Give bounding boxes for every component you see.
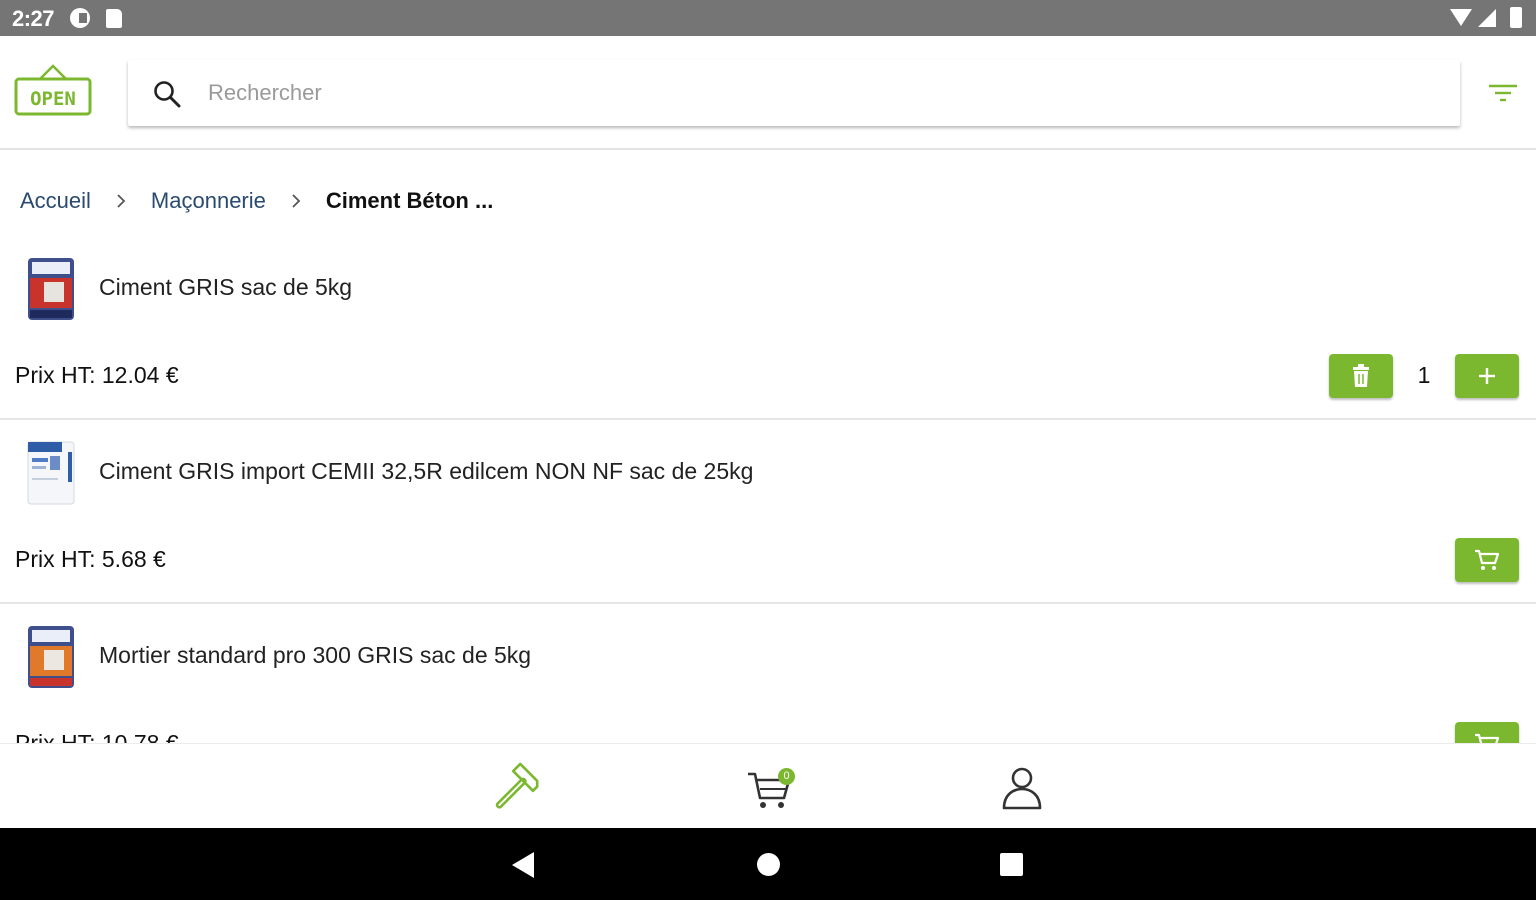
user-icon[interactable] <box>996 762 1048 814</box>
status-time: 2:27 <box>12 6 55 31</box>
sd-card-icon <box>106 9 122 28</box>
remove-from-cart-button[interactable] <box>1329 354 1393 398</box>
trash-icon <box>1353 364 1369 387</box>
logo-text: OPEN <box>30 88 76 110</box>
back-icon[interactable] <box>512 852 534 878</box>
cart-icon <box>1475 549 1500 570</box>
filter-icon[interactable] <box>1486 80 1520 106</box>
hammer-icon[interactable] <box>490 762 542 814</box>
search-bar[interactable] <box>128 60 1460 126</box>
signal-icon <box>1478 9 1496 27</box>
product-item[interactable]: Ciment GRIS import CEMII 32,5R edilcem N… <box>0 420 1536 604</box>
product-price: Prix HT: 12.04 € <box>15 362 179 388</box>
breadcrumb-current: Ciment Béton ... <box>325 188 494 213</box>
cart-badge: 0 <box>778 768 795 785</box>
product-price: Prix HT: 10.78 € <box>15 730 179 743</box>
recents-icon[interactable] <box>1000 853 1023 876</box>
app-bar: OPEN <box>0 36 1536 150</box>
wifi-icon <box>1450 9 1472 26</box>
product-name[interactable]: Ciment GRIS sac de 5kg <box>99 274 352 301</box>
product-name[interactable]: Mortier standard pro 300 GRIS sac de 5kg <box>99 642 531 669</box>
bottom-navigation: 0 <box>0 743 1536 828</box>
product-list[interactable]: Ciment GRIS sac de 5kg Prix HT: 12.04 € … <box>0 236 1536 743</box>
status-bar: 2:27 <box>0 0 1536 36</box>
add-to-cart-button[interactable] <box>1455 538 1519 582</box>
search-input[interactable] <box>208 74 1408 112</box>
product-image[interactable] <box>22 438 80 508</box>
breadcrumb-maconnerie[interactable]: Maçonnerie <box>151 188 266 214</box>
cart-icon <box>1475 733 1500 743</box>
chevron-right-icon <box>292 194 301 208</box>
product-item[interactable]: Ciment GRIS sac de 5kg Prix HT: 12.04 € … <box>0 236 1536 420</box>
battery-icon <box>1510 7 1522 28</box>
search-icon[interactable] <box>152 79 182 109</box>
cart-nav-item[interactable]: 0 <box>744 762 796 814</box>
product-image[interactable] <box>22 622 80 692</box>
home-icon[interactable] <box>757 853 780 876</box>
add-to-cart-button[interactable] <box>1455 722 1519 743</box>
product-item[interactable]: Mortier standard pro 300 GRIS sac de 5kg… <box>0 604 1536 743</box>
notification-icon <box>70 8 90 28</box>
chevron-right-icon <box>117 194 126 208</box>
product-name[interactable]: Ciment GRIS import CEMII 32,5R edilcem N… <box>99 458 753 485</box>
product-image[interactable] <box>22 254 80 324</box>
plus-icon <box>1479 368 1495 384</box>
product-price: Prix HT: 5.68 € <box>15 546 166 572</box>
quantity-value: 1 <box>1417 362 1431 388</box>
breadcrumb: Accueil Maçonnerie Ciment Béton ... <box>20 186 493 216</box>
system-navigation-bar <box>0 828 1536 900</box>
increase-quantity-button[interactable] <box>1455 354 1519 398</box>
breadcrumb-accueil[interactable]: Accueil <box>20 188 91 214</box>
open-sign-logo[interactable]: OPEN <box>14 64 92 116</box>
